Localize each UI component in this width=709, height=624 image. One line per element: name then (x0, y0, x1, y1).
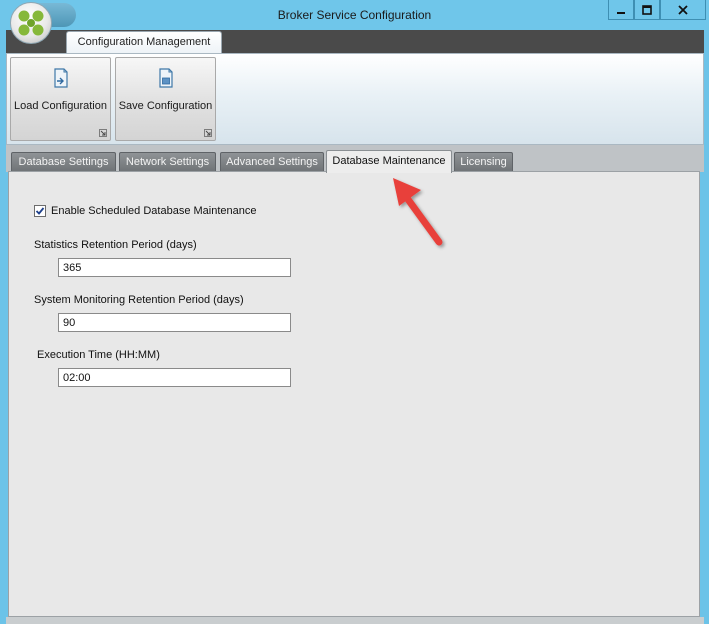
save-config-icon (158, 68, 173, 88)
tab-licensing[interactable]: Licensing (454, 152, 513, 171)
tab-database-settings[interactable]: Database Settings (11, 152, 116, 171)
annotation-arrow-icon (393, 178, 443, 246)
statistics-retention-label: Statistics Retention Period (days) (34, 239, 197, 251)
title-bar: Broker Service Configuration (0, 0, 709, 30)
execution-time-label: Execution Time (HH:MM) (37, 349, 160, 361)
database-maintenance-panel: Enable Scheduled Database Maintenance St… (8, 171, 700, 617)
load-configuration-label: Load Configuration (14, 100, 107, 112)
checkmark-icon (35, 207, 45, 215)
maximize-icon (642, 4, 652, 15)
enable-maintenance-label: Enable Scheduled Database Maintenance (51, 205, 257, 217)
tab-network-settings[interactable]: Network Settings (119, 152, 216, 171)
load-configuration-button[interactable]: Load Configuration (10, 57, 111, 141)
app-logo-icon (18, 10, 44, 36)
statistics-retention-input[interactable] (58, 258, 291, 277)
close-icon (678, 4, 688, 15)
ribbon-panel: Load Configuration Save Configuration (6, 53, 704, 145)
maximize-button[interactable] (634, 0, 660, 20)
monitoring-retention-input[interactable] (58, 313, 291, 332)
app-menu-button[interactable] (10, 2, 52, 44)
launcher-corner-icon (99, 129, 107, 137)
launcher-corner-icon (204, 129, 212, 137)
bottom-border (6, 617, 704, 624)
enable-maintenance-checkbox[interactable] (34, 205, 46, 217)
save-configuration-label: Save Configuration (118, 100, 213, 112)
ribbon-tab-configuration-management[interactable]: Configuration Management (66, 31, 222, 53)
tab-database-maintenance[interactable]: Database Maintenance (326, 150, 452, 173)
enable-maintenance-row[interactable]: Enable Scheduled Database Maintenance (34, 205, 256, 217)
tab-advanced-settings[interactable]: Advanced Settings (220, 152, 324, 171)
minimize-button[interactable] (608, 0, 634, 20)
minimize-icon (617, 11, 625, 14)
settings-tab-row: Database Settings Network Settings Advan… (6, 145, 704, 173)
close-button[interactable] (660, 0, 706, 20)
save-configuration-button[interactable]: Save Configuration (115, 57, 216, 141)
load-config-icon (53, 68, 68, 88)
monitoring-retention-label: System Monitoring Retention Period (days… (34, 294, 244, 306)
execution-time-input[interactable] (58, 368, 291, 387)
window-title: Broker Service Configuration (277, 8, 432, 22)
